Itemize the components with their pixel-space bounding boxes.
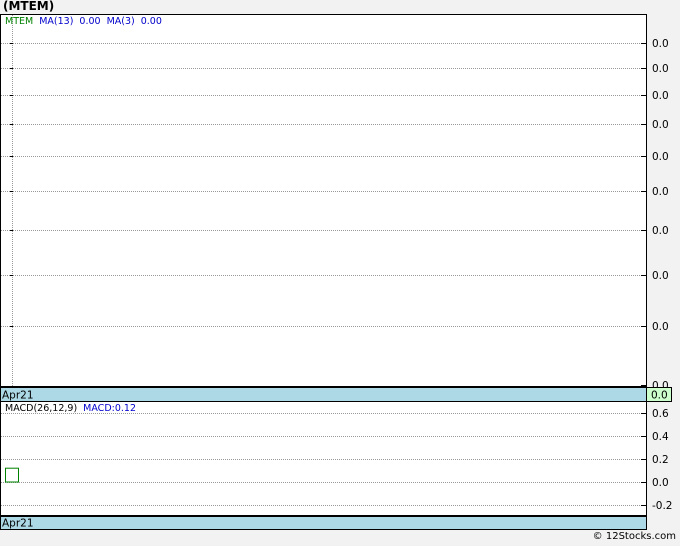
- last-value-label: 0.0: [651, 390, 668, 402]
- price-y-tick-label: 0.0: [652, 38, 669, 50]
- macd-y-tick-label: 0.6: [652, 408, 669, 420]
- price-x-tick-label: Apr21: [2, 390, 34, 402]
- macd-histogram: [5, 467, 19, 483]
- macd-panel: MACD(26,12,9) MACD:0.12 0.60.40.20.0-0.2 …: [0, 401, 673, 530]
- legend-item: MTEM: [5, 16, 33, 27]
- price-y-tick-label: 0.0: [652, 90, 669, 102]
- price-date-strip: [0, 387, 647, 402]
- legend-item: MA(3): [107, 16, 135, 27]
- macd-date-strip: [0, 516, 647, 530]
- price-y-tick-label: 0.0: [652, 186, 669, 198]
- legend-item: 0.00: [141, 16, 162, 27]
- legend-item: 0.00: [79, 16, 100, 27]
- macd-y-tick-label: 0.4: [652, 431, 669, 443]
- macd-plot-area: [0, 401, 647, 516]
- price-y-tick-label: 0.0: [652, 119, 669, 131]
- copyright-footer: © 12Stocks.com: [592, 531, 676, 542]
- price-y-tick-label: 0.0: [652, 63, 669, 75]
- macd-histogram-bar: [5, 467, 19, 483]
- legend-item: MACD:0.12: [83, 403, 136, 414]
- macd-x-tick-label: Apr21: [2, 518, 34, 530]
- price-y-tick-label: 0.0: [652, 151, 669, 163]
- price-y-tick-label: 0.0: [652, 225, 669, 237]
- stock-chart: MTEM MA(13) 0.00 MA(3) 0.00 0.0 0.0 0.0 0.0 0.0 0…: [0, 14, 673, 530]
- price-y-tick-label: 0.0: [652, 321, 669, 333]
- macd-legend: MACD(26,12,9) MACD:0.12: [5, 403, 136, 414]
- price-panel: MTEM MA(13) 0.00 MA(3) 0.00 0.0 0.0 0.0 0.0 0.0 0…: [0, 14, 672, 402]
- price-plot-area: [0, 14, 647, 387]
- price-y-tick-label: 0.0: [652, 270, 669, 282]
- macd-y-tick-label: 0.0: [652, 477, 669, 489]
- legend-item: MACD(26,12,9): [5, 403, 77, 414]
- macd-y-tick-label: 0.2: [652, 454, 669, 466]
- macd-y-tick-label: -0.2: [652, 500, 673, 512]
- legend-item: MA(13): [39, 16, 73, 27]
